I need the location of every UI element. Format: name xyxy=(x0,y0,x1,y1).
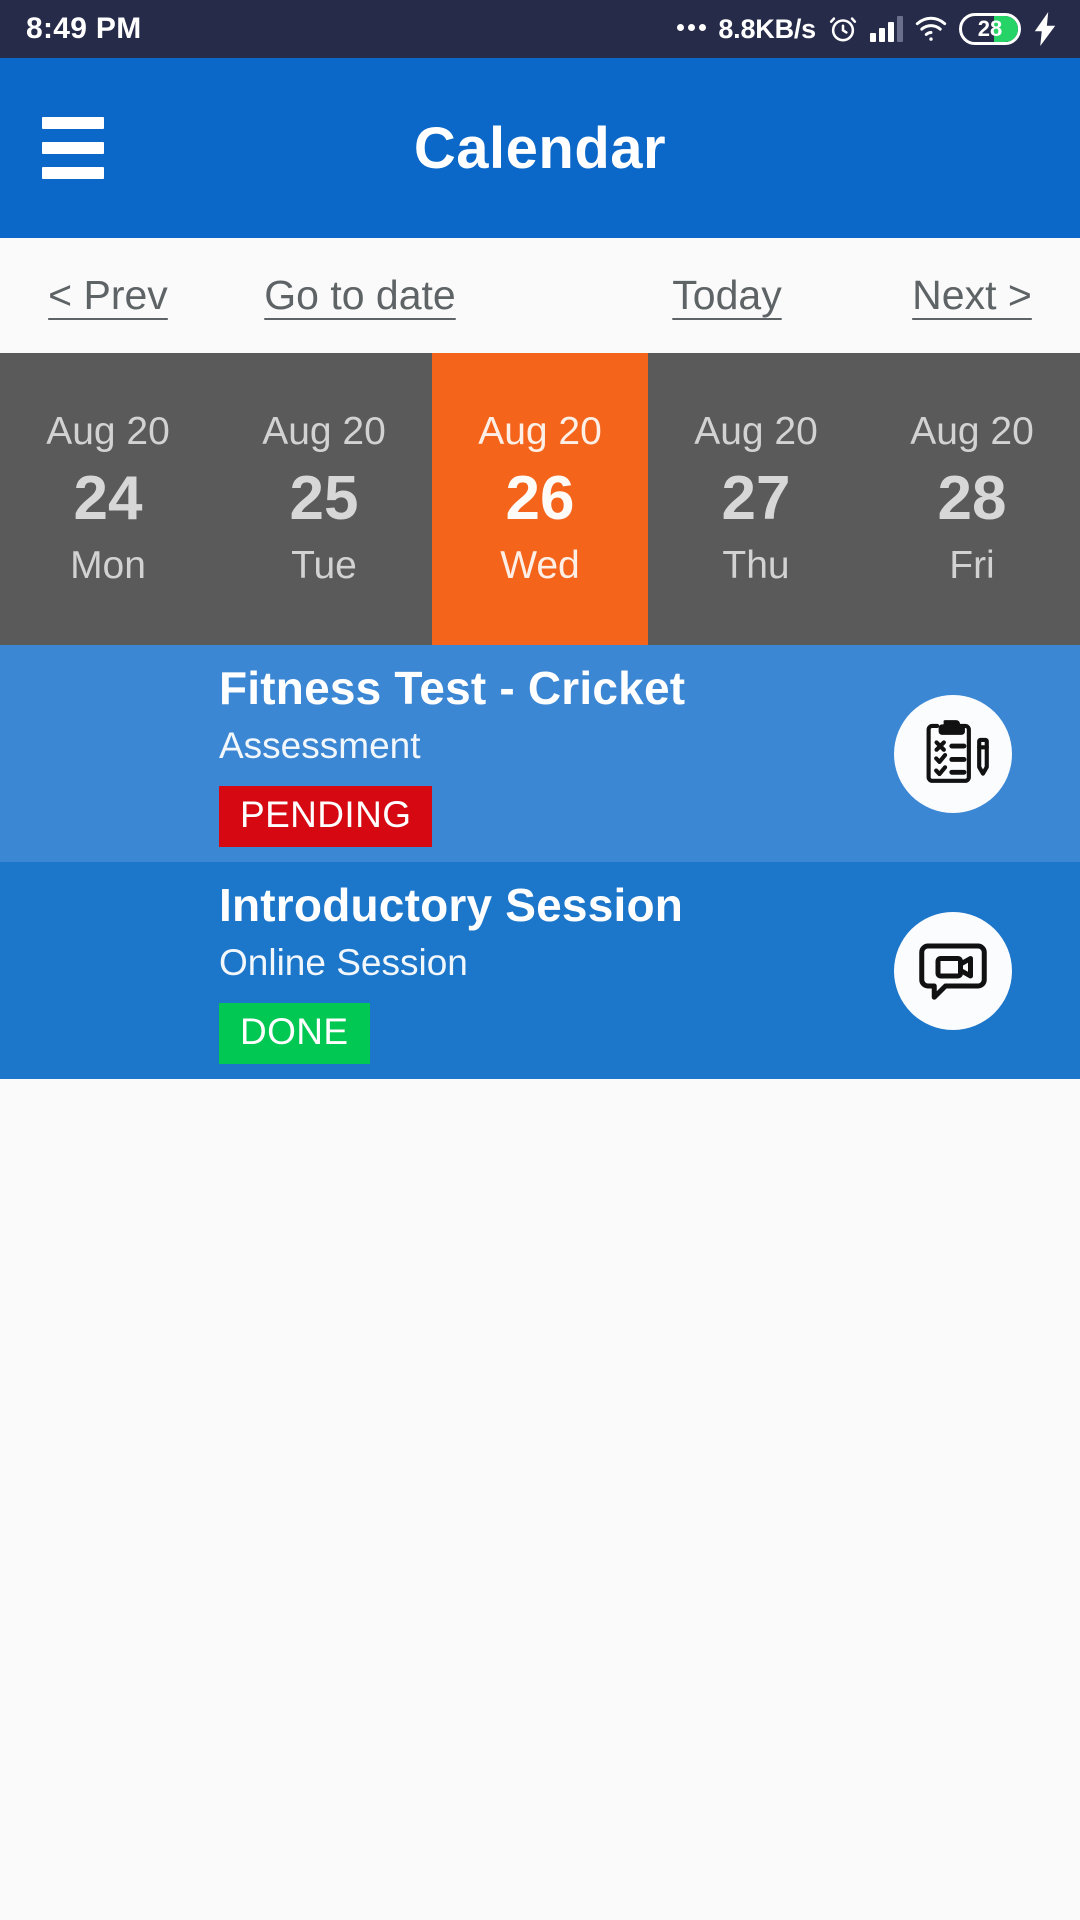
date-cell-25[interactable]: Aug 20 25 Tue xyxy=(216,353,432,645)
hamburger-menu-icon[interactable] xyxy=(42,117,104,179)
date-month-label: Aug 20 xyxy=(478,409,602,453)
video-chat-icon xyxy=(894,911,1012,1030)
week-date-strip: Aug 20 24 Mon Aug 20 25 Tue Aug 20 26 We… xyxy=(0,353,1080,645)
go-to-date-button[interactable]: Go to date xyxy=(216,272,504,319)
battery-level-label: 28 xyxy=(977,16,1003,41)
status-bar-clock: 8:49 PM xyxy=(26,12,142,45)
event-card-introductory-session[interactable]: Introductory Session Online Session DONE xyxy=(0,862,1080,1079)
event-subtitle: Assessment xyxy=(219,724,421,766)
ellipsis-icon xyxy=(677,24,707,34)
event-title: Fitness Test - Cricket xyxy=(219,662,686,715)
date-day-number: 27 xyxy=(721,464,791,534)
date-day-number: 25 xyxy=(289,464,359,534)
date-day-number: 26 xyxy=(505,464,575,534)
date-weekday-label: Thu xyxy=(722,543,790,587)
date-weekday-label: Fri xyxy=(949,543,995,587)
event-title: Introductory Session xyxy=(219,879,684,932)
battery-icon: 28 xyxy=(959,13,1021,45)
status-badge: PENDING xyxy=(219,785,433,847)
next-button[interactable]: Next > xyxy=(864,272,1080,319)
date-month-label: Aug 20 xyxy=(46,409,170,453)
event-subtitle: Online Session xyxy=(219,941,468,983)
date-cell-27[interactable]: Aug 20 27 Thu xyxy=(648,353,864,645)
app-bar: Calendar xyxy=(0,58,1080,238)
date-weekday-label: Mon xyxy=(70,543,146,587)
date-month-label: Aug 20 xyxy=(694,409,818,453)
clipboard-checklist-icon xyxy=(894,694,1012,813)
network-speed-label: 8.8KB/s xyxy=(718,13,816,44)
charging-bolt-icon xyxy=(1032,12,1058,46)
date-month-label: Aug 20 xyxy=(262,409,386,453)
wifi-icon xyxy=(914,15,948,43)
empty-content-area xyxy=(0,1079,1080,1920)
date-cell-26-selected[interactable]: Aug 20 26 Wed xyxy=(432,353,648,645)
today-button[interactable]: Today xyxy=(504,272,864,319)
event-details: Introductory Session Online Session DONE xyxy=(0,877,894,1064)
event-card-fitness-test[interactable]: Fitness Test - Cricket Assessment PENDIN… xyxy=(0,645,1080,862)
prev-button[interactable]: < Prev xyxy=(0,272,216,319)
date-day-number: 28 xyxy=(937,464,1007,534)
event-list: Fitness Test - Cricket Assessment PENDIN… xyxy=(0,645,1080,1079)
date-day-number: 24 xyxy=(73,464,143,534)
date-cell-24[interactable]: Aug 20 24 Mon xyxy=(0,353,216,645)
calendar-nav-bar: < Prev Go to date Today Next > xyxy=(0,238,1080,353)
status-bar: 8:49 PM 8.8KB/s 28 xyxy=(0,0,1080,58)
date-weekday-label: Tue xyxy=(291,543,357,587)
date-cell-28[interactable]: Aug 20 28 Fri xyxy=(864,353,1080,645)
event-details: Fitness Test - Cricket Assessment PENDIN… xyxy=(0,660,894,847)
page-title: Calendar xyxy=(413,115,667,181)
status-bar-indicators: 8.8KB/s 28 xyxy=(677,12,1058,46)
alarm-clock-icon xyxy=(827,13,859,45)
date-month-label: Aug 20 xyxy=(910,409,1034,453)
signal-bars-icon xyxy=(870,16,903,42)
status-badge: DONE xyxy=(219,1002,370,1064)
date-weekday-label: Wed xyxy=(500,543,580,587)
app-screen: 8:49 PM 8.8KB/s 28 Calendar < Prev Go to… xyxy=(0,0,1080,1920)
